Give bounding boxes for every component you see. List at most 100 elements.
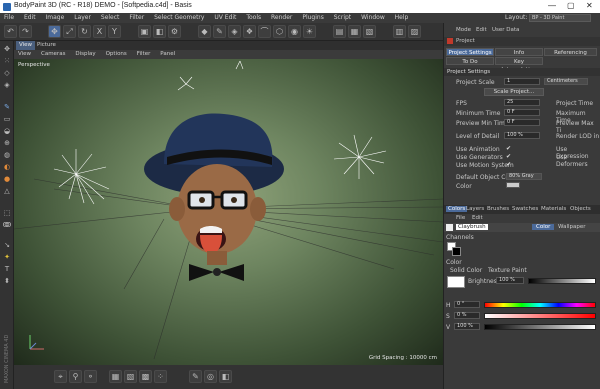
- selection-icon[interactable]: ⬚: [2, 209, 12, 218]
- viewport-3d[interactable]: Perspective Grid Spacing: 10000 cm: [14, 59, 443, 365]
- brightness-field[interactable]: 100 %: [496, 277, 524, 284]
- edges-icon[interactable]: ◇: [2, 69, 12, 78]
- hue-slider[interactable]: [484, 302, 596, 308]
- saturation-slider[interactable]: [484, 313, 596, 319]
- polygons-icon[interactable]: ◈: [2, 81, 12, 90]
- brightness-slider[interactable]: [528, 278, 596, 284]
- layout-select[interactable]: BP - 3D Paint: [529, 14, 591, 22]
- maximize-button[interactable]: ▢: [567, 1, 575, 10]
- menu-filter[interactable]: Filter: [125, 13, 148, 21]
- transform-icon[interactable]: ⬍: [2, 277, 12, 286]
- material-color[interactable]: Color: [532, 224, 555, 230]
- scale-project-button[interactable]: Scale Project...: [484, 88, 544, 96]
- menu-window[interactable]: Window: [357, 13, 389, 21]
- minimize-button[interactable]: —: [548, 1, 556, 10]
- texture-mode-icon[interactable]: ▦: [109, 370, 122, 383]
- stencil-icon[interactable]: ◧: [219, 370, 232, 383]
- material-wallpaper[interactable]: Wallpaper: [558, 224, 586, 230]
- dodge-icon[interactable]: ◐: [2, 163, 12, 172]
- render-picture-icon[interactable]: ◧: [153, 25, 166, 38]
- joint-icon[interactable]: ⚬: [84, 370, 97, 383]
- menu-layer[interactable]: Layer: [70, 13, 95, 21]
- light-icon[interactable]: ☀: [303, 25, 316, 38]
- brush-preset-icon[interactable]: ✎: [189, 370, 202, 383]
- menu-file[interactable]: File: [0, 13, 18, 21]
- clone-icon[interactable]: ⊕: [2, 139, 12, 148]
- tab-picture[interactable]: Picture: [34, 41, 59, 50]
- value-slider[interactable]: [484, 324, 596, 330]
- tab-project-settings[interactable]: Project Settings: [446, 48, 494, 56]
- preview-min-time-field[interactable]: 0 F: [504, 119, 540, 126]
- colors-menu-file[interactable]: File: [456, 215, 465, 221]
- default-object-color-select[interactable]: 80% Gray: [506, 173, 542, 180]
- redo-icon[interactable]: ↷: [19, 25, 32, 38]
- uv-mode-icon[interactable]: ▧: [124, 370, 137, 383]
- render-settings-icon[interactable]: ⚙: [168, 25, 181, 38]
- attributes-menu-edit[interactable]: Edit: [476, 27, 487, 33]
- material-preview[interactable]: [446, 224, 453, 231]
- use-animation-checkbox[interactable]: ✔: [506, 146, 512, 152]
- deformer-icon[interactable]: ⌒: [258, 25, 271, 38]
- texture-paint-option[interactable]: Texture Paint: [488, 267, 527, 274]
- tab-colors[interactable]: Colors: [446, 206, 468, 212]
- v-field[interactable]: 100 %: [454, 323, 480, 330]
- stamp-icon[interactable]: ◎: [204, 370, 217, 383]
- menu-script[interactable]: Script: [330, 13, 355, 21]
- current-color-swatch[interactable]: [447, 276, 465, 288]
- minimum-time-field[interactable]: 0 F: [504, 109, 540, 116]
- layout-icon[interactable]: ▥: [393, 25, 406, 38]
- menu-select[interactable]: Select: [97, 13, 124, 21]
- h-field[interactable]: 0 °: [454, 301, 480, 308]
- level-of-detail-field[interactable]: 100 %: [504, 132, 540, 139]
- y-axis-icon[interactable]: Y: [108, 25, 121, 38]
- text-icon[interactable]: T: [2, 265, 12, 274]
- brush-icon[interactable]: ✎: [2, 103, 12, 112]
- tab-materials[interactable]: Materials: [541, 206, 566, 212]
- burn-icon[interactable]: ●: [2, 175, 12, 184]
- cube-icon[interactable]: ◆: [198, 25, 211, 38]
- bone-icon[interactable]: ⚲: [69, 370, 82, 383]
- render-view-icon[interactable]: ▣: [138, 25, 151, 38]
- use-generators-checkbox[interactable]: ✔: [506, 154, 512, 160]
- x-axis-icon[interactable]: X: [93, 25, 106, 38]
- menu-help[interactable]: Help: [391, 13, 413, 21]
- tab-layers[interactable]: Layers: [466, 206, 484, 212]
- project-scale-unit[interactable]: Centimeters: [544, 78, 588, 85]
- view-menu-display[interactable]: Display: [71, 50, 99, 58]
- projection-icon[interactable]: ▧: [363, 25, 376, 38]
- paint-setup-icon[interactable]: ▤: [333, 25, 346, 38]
- attributes-menu-user-data[interactable]: User Data: [492, 27, 519, 33]
- uv-points-icon[interactable]: ⁘: [154, 370, 167, 383]
- move-tool-icon[interactable]: ✥: [48, 25, 61, 38]
- color-swatch[interactable]: [506, 182, 520, 188]
- lock-icon[interactable]: ▨: [408, 25, 421, 38]
- uv-icon[interactable]: ▦: [348, 25, 361, 38]
- menu-edit[interactable]: Edit: [20, 13, 40, 21]
- menu-select-geometry[interactable]: Select Geometry: [150, 13, 208, 21]
- close-button[interactable]: ✕: [586, 1, 593, 10]
- tab-objects[interactable]: Objects: [570, 206, 591, 212]
- view-menu-cameras[interactable]: Cameras: [37, 50, 69, 58]
- menu-image[interactable]: Image: [42, 13, 69, 21]
- tab-referencing[interactable]: Referencing: [544, 48, 597, 56]
- rotate-tool-icon[interactable]: ↻: [78, 25, 91, 38]
- view-menu-view[interactable]: View: [14, 50, 35, 58]
- menu-uv-edit[interactable]: UV Edit: [210, 13, 240, 21]
- sharpen-icon[interactable]: △: [2, 187, 12, 196]
- tab-info[interactable]: Info: [495, 48, 543, 56]
- scene-icon[interactable]: ⬡: [273, 25, 286, 38]
- pen-icon[interactable]: ✎: [213, 25, 226, 38]
- tab-brushes[interactable]: Brushes: [487, 206, 509, 212]
- menu-render[interactable]: Render: [267, 13, 296, 21]
- project-scale-field[interactable]: 1: [504, 78, 540, 85]
- eyedropper-icon[interactable]: ↘: [2, 241, 12, 250]
- menu-plugins[interactable]: Plugins: [298, 13, 328, 21]
- undo-icon[interactable]: ↶: [4, 25, 17, 38]
- magic-wand-icon[interactable]: ✦: [2, 253, 12, 262]
- colors-menu-edit[interactable]: Edit: [472, 215, 483, 221]
- scale-tool-icon[interactable]: ⤢: [63, 25, 76, 38]
- view-menu-panel[interactable]: Panel: [156, 50, 179, 58]
- pin-icon[interactable]: ⌖: [54, 370, 67, 383]
- view-menu-options[interactable]: Options: [102, 50, 131, 58]
- fps-field[interactable]: 25: [504, 99, 540, 106]
